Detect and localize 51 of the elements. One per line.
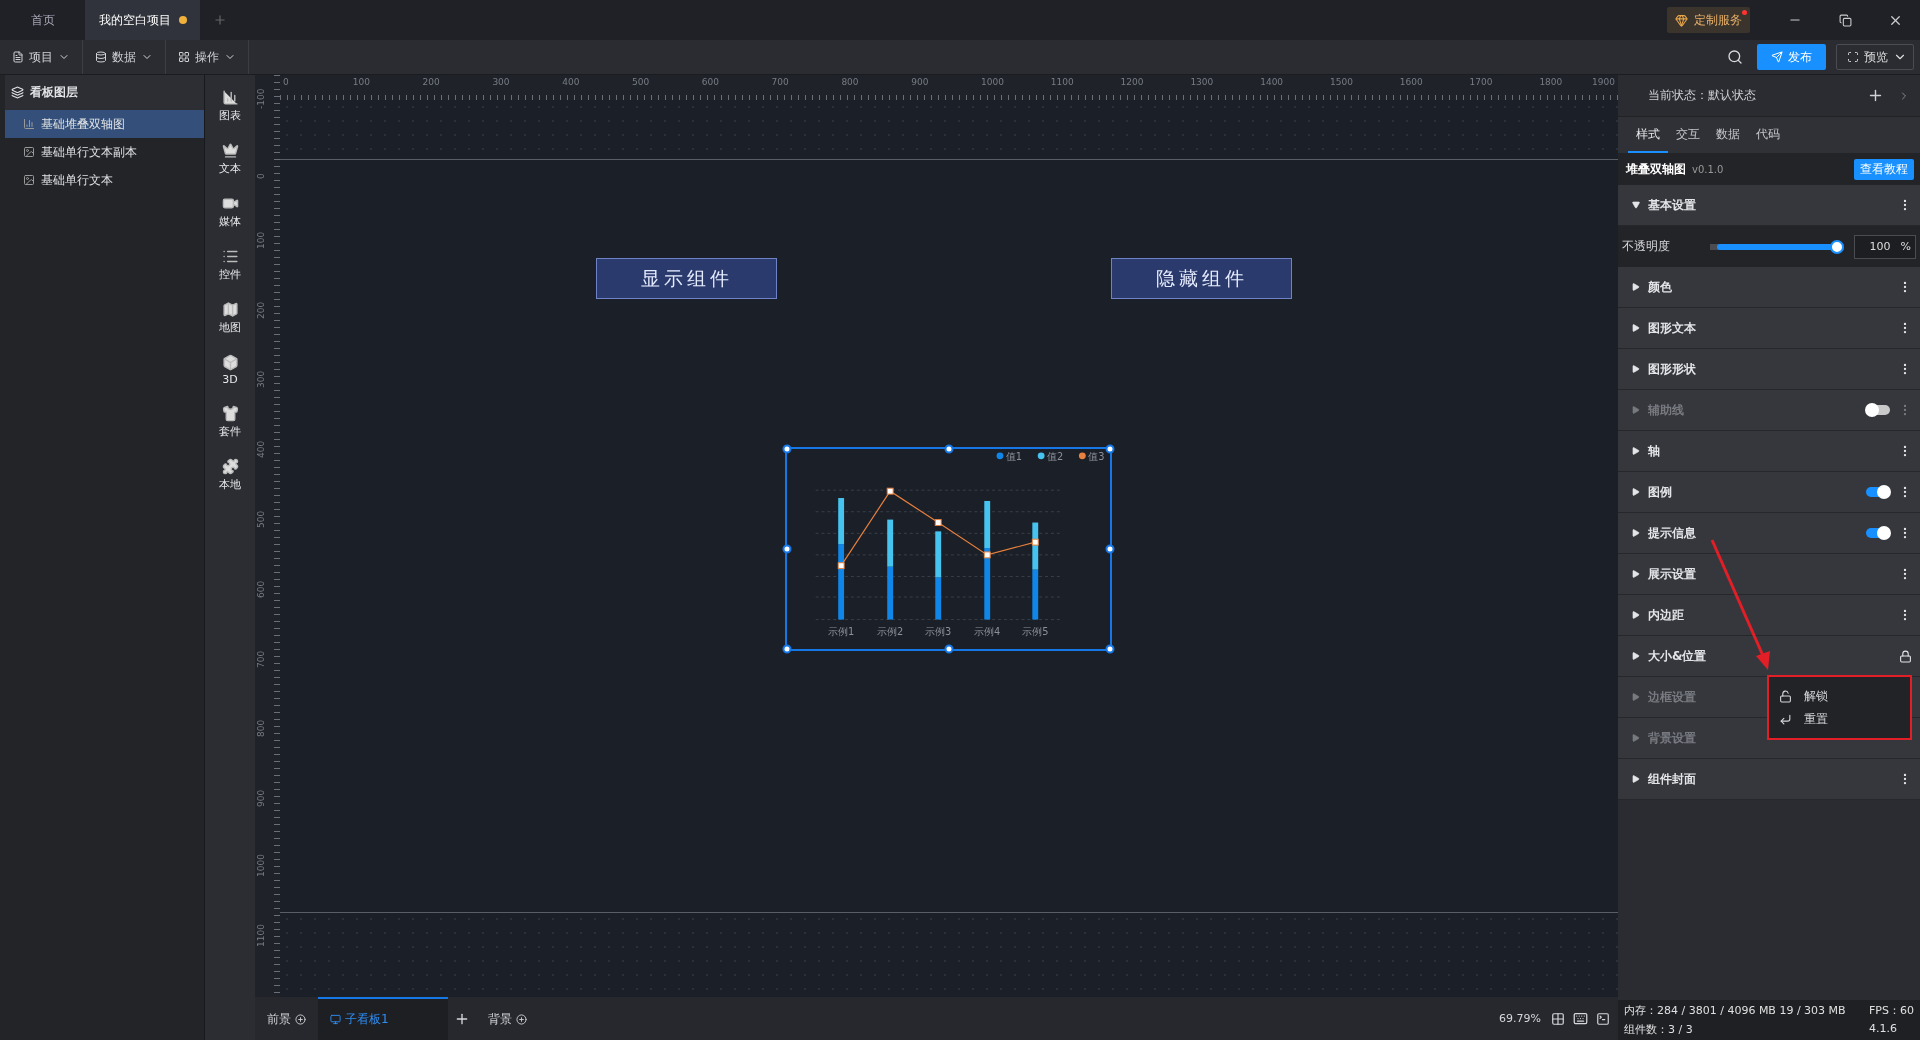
version-label: v0.1.0: [1692, 163, 1724, 175]
component-title: 堆叠双轴图: [1626, 160, 1686, 178]
ruler-label: 1400: [1260, 77, 1284, 87]
ruler-label: 500: [632, 77, 650, 87]
axis-label: 示例3: [925, 626, 952, 638]
ruler-label: 1300: [1190, 77, 1214, 87]
axis-label: 示例4: [974, 626, 1001, 638]
ruler-label: 800: [256, 720, 266, 738]
legend-label: 值1: [1005, 450, 1023, 462]
axis-label: 示例5: [1022, 626, 1049, 638]
axis-label: 示例2: [877, 626, 904, 638]
ruler-label: 900: [256, 790, 266, 808]
opacity-label: 不透明度: [1622, 238, 1670, 255]
ruler-label: 1900: [1592, 77, 1615, 87]
ruler-label: 0: [283, 77, 289, 87]
ruler-label: 0: [256, 173, 266, 179]
fps-label: FPS：60: [1869, 1003, 1914, 1018]
axis-label: 示例1: [828, 626, 855, 638]
zoom-level: 69.79%: [1499, 1012, 1541, 1025]
ruler-label: 300: [256, 371, 266, 389]
ruler-label: 600: [701, 77, 719, 87]
ruler-label: 100: [352, 77, 370, 87]
ruler-label: 1100: [1050, 77, 1074, 87]
ruler-label: 1100: [256, 923, 266, 947]
ruler-label: 1000: [256, 854, 266, 877]
ruler-label: 300: [492, 77, 510, 87]
ruler-label: 500: [256, 510, 266, 528]
legend-label: 值3: [1088, 450, 1105, 462]
ruler-label: 1200: [1120, 77, 1144, 87]
ruler-label: 1000: [981, 77, 1004, 87]
ruler-label: 700: [771, 77, 789, 87]
ruler-label: 100: [256, 231, 266, 249]
ruler-label: 1700: [1469, 77, 1493, 87]
ruler-label: 1800: [1539, 77, 1563, 87]
ruler-label: -100: [256, 88, 266, 110]
ruler-label: 700: [256, 650, 266, 668]
ruler-label: 1600: [1399, 77, 1423, 87]
ruler-label: 800: [841, 77, 859, 87]
legend-label: 值2: [1047, 450, 1064, 462]
version-label: 4.1.6: [1869, 1022, 1899, 1037]
ruler-label: 400: [256, 441, 266, 459]
ruler-label: 1500: [1330, 77, 1353, 87]
current-state-label: 当前状态：默认状态: [1648, 87, 1757, 104]
panel-title: 看板图层: [30, 84, 78, 101]
ruler-label: 400: [562, 77, 580, 87]
ruler-label: 200: [256, 301, 266, 319]
ruler-label: 900: [911, 77, 929, 87]
memory-label: 内存：284 / 3801 / 4096 MB 19 / 303 MB: [1624, 1003, 1847, 1018]
component-count: 组件数：3 / 3: [1624, 1022, 1694, 1037]
ruler-label: 600: [256, 580, 266, 598]
ruler-label: 200: [422, 77, 440, 87]
